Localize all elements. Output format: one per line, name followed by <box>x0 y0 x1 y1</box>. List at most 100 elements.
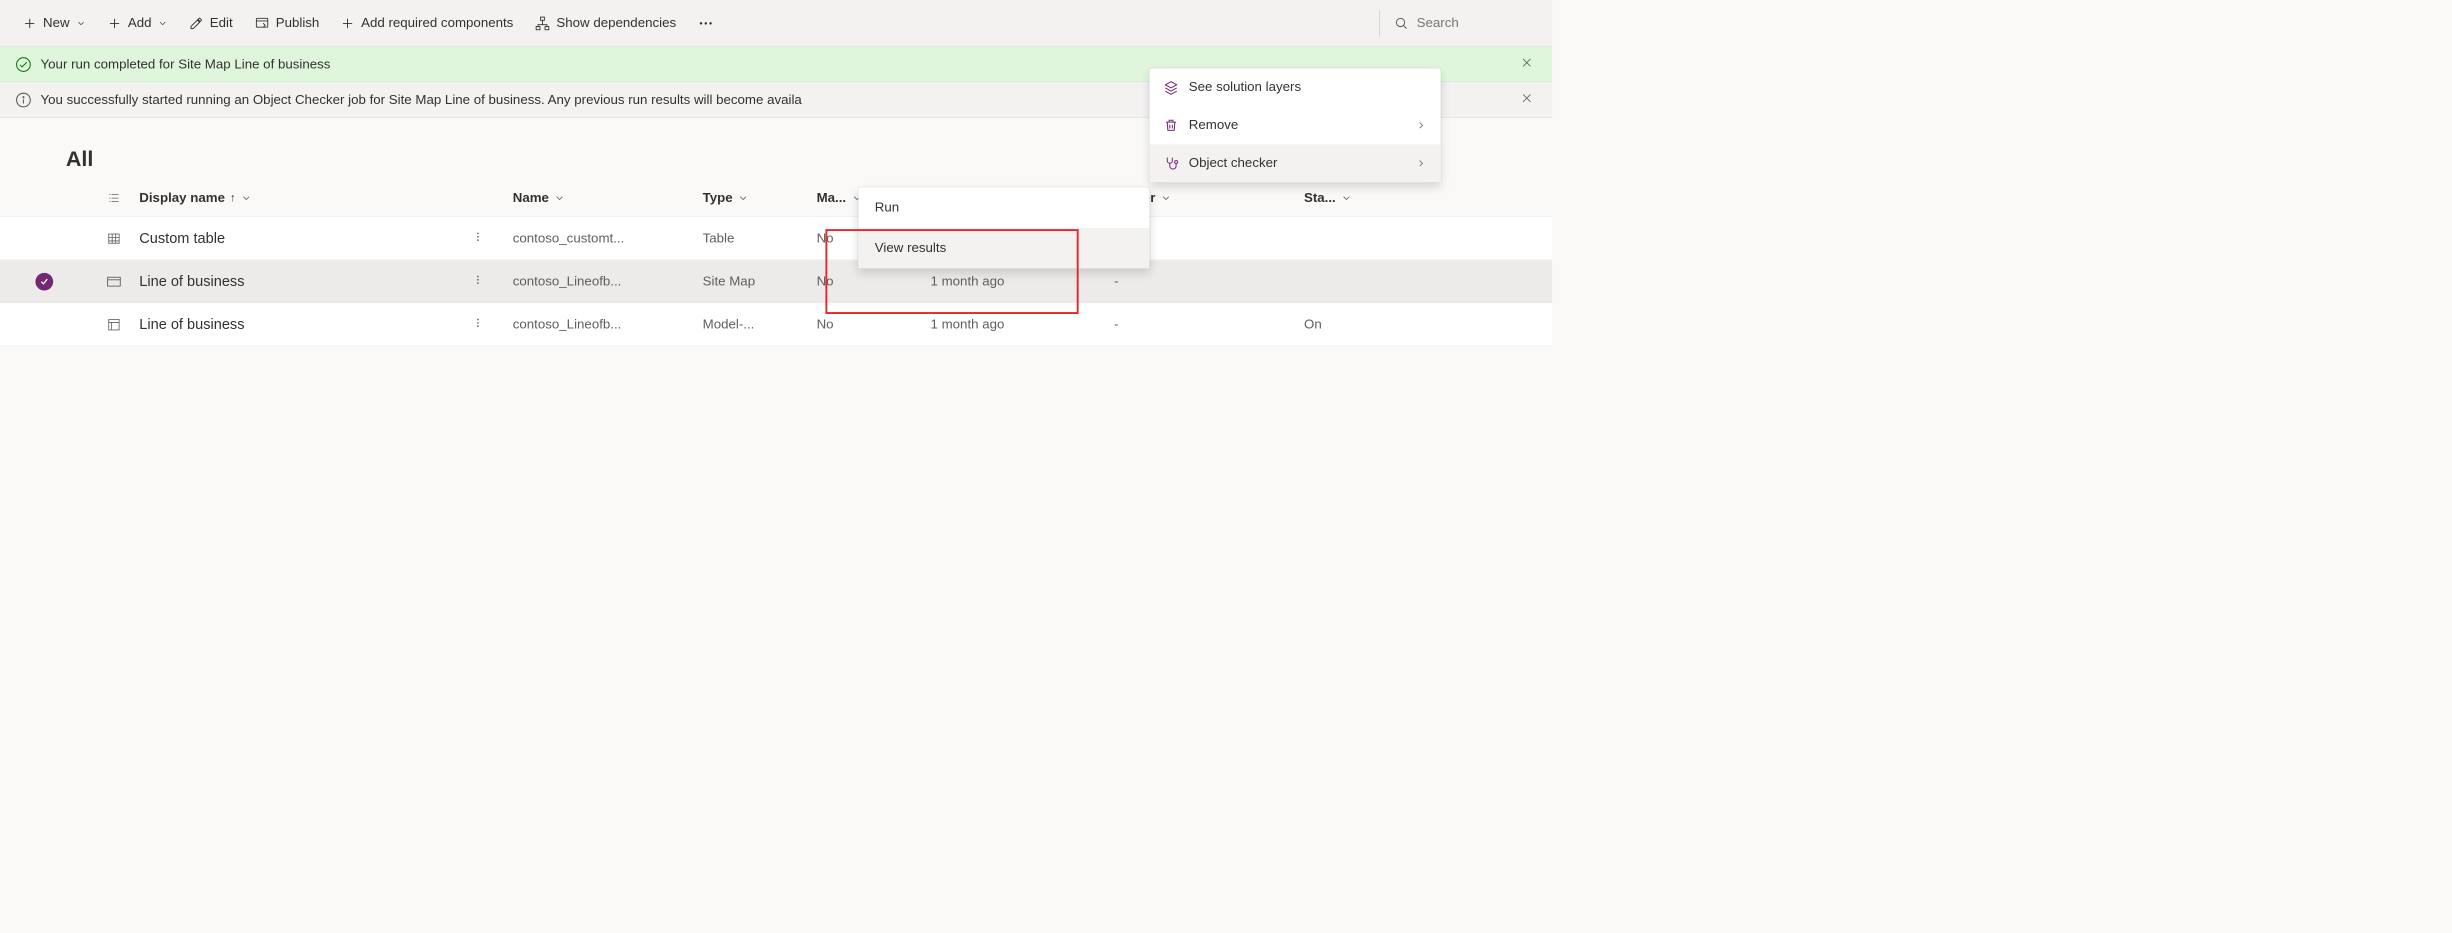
see-solution-layers-item[interactable]: See solution layers <box>1150 68 1441 106</box>
type-cell: Model-... <box>703 317 817 332</box>
edit-label: Edit <box>210 16 233 31</box>
object-checker-submenu: Run View results <box>858 187 1149 268</box>
run-label: Run <box>875 200 1133 215</box>
add-required-button[interactable]: Add required components <box>332 9 522 37</box>
row-checkbox[interactable] <box>0 273 89 291</box>
type-column-header[interactable]: Type <box>703 190 817 205</box>
list-icon <box>107 191 121 205</box>
table-row[interactable]: Custom tablecontoso_customt...TableNojus… <box>0 217 1552 260</box>
chevron-down-icon <box>554 192 565 203</box>
toolbar-divider <box>1379 10 1380 37</box>
add-button[interactable]: Add <box>99 9 177 37</box>
new-button[interactable]: New <box>14 9 95 37</box>
add-required-label: Add required components <box>361 16 513 31</box>
display-name-header-label: Display name <box>139 190 225 205</box>
search-icon <box>1394 16 1409 31</box>
plus-icon <box>23 16 37 30</box>
type-cell: Site Map <box>703 274 817 289</box>
last-modified-cell: 1 month ago <box>931 317 1115 332</box>
display-name-cell: Line of business <box>139 269 512 294</box>
info-text: You successfully started running an Obje… <box>41 92 802 107</box>
close-icon <box>1520 91 1533 104</box>
layers-icon <box>1163 80 1178 95</box>
type-cell: Table <box>703 231 817 246</box>
object-checker-label: Object checker <box>1189 156 1405 171</box>
display-name-text[interactable]: Line of business <box>139 316 244 333</box>
display-name-cell: Custom table <box>139 226 512 251</box>
display-name-cell: Line of business <box>139 312 512 337</box>
type-header-label: Type <box>703 190 733 205</box>
table-row[interactable]: Line of business contoso_Lineofb...Model-… <box>0 303 1552 346</box>
remove-item[interactable]: Remove <box>1150 106 1441 144</box>
success-text: Your run completed for Site Map Line of … <box>41 57 331 72</box>
sort-ascending-icon: ↑ <box>230 191 236 204</box>
chevron-down-icon <box>241 192 252 203</box>
managed-cell: No <box>817 274 931 289</box>
row-type-icon <box>89 231 140 245</box>
name-cell: contoso_customt... <box>513 231 703 246</box>
chevron-right-icon <box>1415 120 1426 131</box>
view-results-item[interactable]: View results <box>858 228 1149 269</box>
plus-icon <box>341 16 355 30</box>
close-info-button[interactable] <box>1517 88 1537 112</box>
publish-label: Publish <box>276 16 320 31</box>
row-more-button[interactable] <box>468 226 487 251</box>
success-icon <box>15 56 31 72</box>
search-input[interactable] <box>1417 16 1531 31</box>
status-cell: On <box>1304 317 1405 332</box>
edit-button[interactable]: Edit <box>181 9 242 37</box>
owner-cell: - <box>1114 317 1304 332</box>
trash-icon <box>1163 118 1178 133</box>
show-dependencies-button[interactable]: Show dependencies <box>526 9 685 37</box>
new-label: New <box>43 16 70 31</box>
display-name-column-header[interactable]: Display name ↑ <box>139 190 512 205</box>
chevron-down-icon <box>1161 192 1172 203</box>
remove-label: Remove <box>1189 118 1405 133</box>
publish-button[interactable]: Publish <box>245 9 328 37</box>
name-header-label: Name <box>513 190 549 205</box>
table-row[interactable]: Line of business contoso_Lineofb...Site M… <box>0 260 1552 303</box>
chevron-down-icon <box>76 18 86 28</box>
display-name-text[interactable]: Custom table <box>139 230 225 247</box>
info-icon <box>15 91 31 107</box>
run-item[interactable]: Run <box>858 187 1149 228</box>
grid-header: Display name ↑ Name Type Ma... Last Modi… <box>0 179 1552 217</box>
name-column-header[interactable]: Name <box>513 190 703 205</box>
more-commands-button[interactable] <box>689 9 723 38</box>
row-type-icon <box>89 317 140 331</box>
show-deps-label: Show dependencies <box>556 16 676 31</box>
hierarchy-icon <box>535 16 550 31</box>
display-name-text[interactable]: Line of business <box>139 273 244 290</box>
add-label: Add <box>128 16 152 31</box>
status-column-header[interactable]: Sta... <box>1304 190 1405 205</box>
plus-icon <box>108 16 122 30</box>
last-modified-cell: 1 month ago <box>931 274 1115 289</box>
more-commands-menu: See solution layers Remove Object checke… <box>1150 68 1441 182</box>
command-bar: New Add Edit Publish Add required compon… <box>0 0 1552 47</box>
close-success-button[interactable] <box>1517 52 1537 76</box>
ellipsis-icon <box>698 15 714 31</box>
publish-icon <box>254 16 269 31</box>
chevron-down-icon <box>158 18 168 28</box>
chevron-down-icon <box>738 192 749 203</box>
managed-header-label: Ma... <box>817 190 847 205</box>
row-more-button[interactable] <box>468 312 487 337</box>
close-icon <box>1520 56 1533 69</box>
view-results-label: View results <box>875 241 1133 256</box>
vertical-ellipsis-icon <box>472 229 483 243</box>
pencil-icon <box>190 16 204 30</box>
see-layers-label: See solution layers <box>1189 80 1427 95</box>
component-grid: Display name ↑ Name Type Ma... Last Modi… <box>0 179 1552 346</box>
name-cell: contoso_Lineofb... <box>513 317 703 332</box>
object-checker-item[interactable]: Object checker <box>1150 144 1441 182</box>
status-header-label: Sta... <box>1304 190 1336 205</box>
icon-column-header[interactable] <box>89 191 140 205</box>
chevron-right-icon <box>1415 158 1426 169</box>
search-box[interactable] <box>1386 9 1538 37</box>
owner-cell: - <box>1114 274 1304 289</box>
row-type-icon <box>89 276 140 287</box>
row-more-button[interactable] <box>468 269 487 294</box>
name-cell: contoso_Lineofb... <box>513 274 703 289</box>
vertical-ellipsis-icon <box>472 316 483 330</box>
vertical-ellipsis-icon <box>472 273 483 287</box>
